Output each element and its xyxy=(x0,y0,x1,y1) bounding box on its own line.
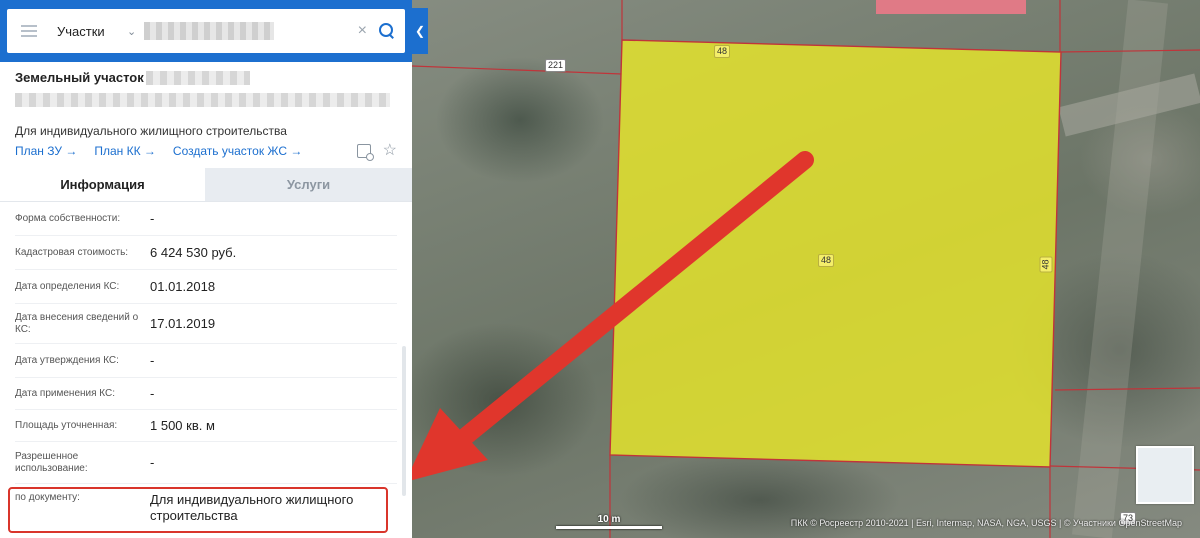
info-value: 6 424 530 руб. xyxy=(150,244,237,260)
info-label: Кадастровая стоимость: xyxy=(15,246,129,258)
parcel-edge-label: 48 xyxy=(1039,256,1053,273)
info-row: Кадастровая стоимость: 6 424 530 руб. xyxy=(15,236,397,270)
parcel-number-label: 221 xyxy=(545,59,567,72)
info-value: - xyxy=(150,385,155,401)
create-parcel-link[interactable]: Создать участок ЖС → xyxy=(173,144,302,158)
minimap-button[interactable] xyxy=(1136,446,1194,504)
parcel-purpose: Для индивидуального жилищного строительс… xyxy=(15,124,287,138)
info-label: Форма собственности: xyxy=(15,212,121,224)
parcel-edge-label: 48 xyxy=(818,254,835,267)
tab-information[interactable]: Информация xyxy=(0,168,205,201)
info-row: Дата применения КС: - xyxy=(15,378,397,410)
info-label: Дата определения КС: xyxy=(15,280,120,292)
locate-on-map-icon[interactable] xyxy=(356,144,374,161)
info-row: Разрешенное использование: - xyxy=(15,442,397,484)
search-type-select[interactable]: Участки xyxy=(57,24,127,39)
menu-icon[interactable] xyxy=(21,25,37,37)
info-label: Дата внесения сведений о КС: xyxy=(15,311,139,335)
info-value: - xyxy=(150,454,155,470)
plan-zu-link[interactable]: План ЗУ → xyxy=(15,144,77,158)
parcel-title: Земельный участок xyxy=(15,70,397,85)
parcel-links: План ЗУ → План КК → Создать участок ЖС →… xyxy=(15,143,397,161)
info-row: Форма собственности: - xyxy=(15,202,397,236)
info-row: Площадь уточненная: 1 500 кв. м xyxy=(15,410,397,442)
chevron-down-icon[interactable]: ⌄ xyxy=(127,25,136,38)
map-attribution: ПКК © Росреестр 2010-2021 | Esri, Interm… xyxy=(790,518,1182,528)
info-label: Дата утверждения КС: xyxy=(15,354,119,366)
redacted-cadastral-number xyxy=(145,70,250,85)
search-icon[interactable] xyxy=(379,23,395,39)
collapse-panel-button[interactable]: ❮ xyxy=(412,8,428,54)
info-row: Дата внесения сведений о КС: 17.01.2019 xyxy=(15,304,397,344)
parcel-title-text: Земельный участок xyxy=(15,70,144,85)
plan-kk-link[interactable]: План КК → xyxy=(94,144,156,158)
info-panel: Участки ⌄ × Земельный участок Для индиви… xyxy=(0,0,412,538)
info-label: Разрешенное использование: xyxy=(15,450,88,474)
scrollbar[interactable] xyxy=(402,346,406,496)
info-value: - xyxy=(150,352,155,368)
close-icon[interactable]: × xyxy=(358,22,367,40)
annotation-highlight-box xyxy=(8,487,388,533)
search-input[interactable] xyxy=(144,22,275,40)
info-row: Дата определения КС: 01.01.2018 xyxy=(15,270,397,304)
parcel-card: Земельный участок Для индивидуального жи… xyxy=(0,62,412,161)
search-box: Участки ⌄ × xyxy=(7,9,405,53)
tab-services[interactable]: Услуги xyxy=(205,168,412,201)
info-value: 1 500 кв. м xyxy=(150,417,215,433)
info-value: - xyxy=(150,210,155,226)
panel-tabs: Информация Услуги xyxy=(0,168,412,202)
star-icon[interactable]: ☆ xyxy=(383,143,397,159)
info-value: 01.01.2018 xyxy=(150,278,216,294)
info-label: Дата применения КС: xyxy=(15,387,116,399)
scale-line xyxy=(556,526,662,529)
neighbor-parcel xyxy=(876,0,1026,14)
info-label: Площадь уточненная: xyxy=(15,419,118,431)
info-row: Дата утверждения КС: - xyxy=(15,344,397,378)
search-bar: Участки ⌄ × xyxy=(0,0,412,62)
redacted-address xyxy=(15,93,390,107)
scale-label: 10 m xyxy=(597,514,621,525)
scale-bar: 10 m xyxy=(556,514,662,529)
info-value: 17.01.2019 xyxy=(150,315,216,331)
parcel-edge-label: 48 xyxy=(714,45,731,58)
info-table: Форма собственности: - Кадастровая стоим… xyxy=(0,202,412,530)
